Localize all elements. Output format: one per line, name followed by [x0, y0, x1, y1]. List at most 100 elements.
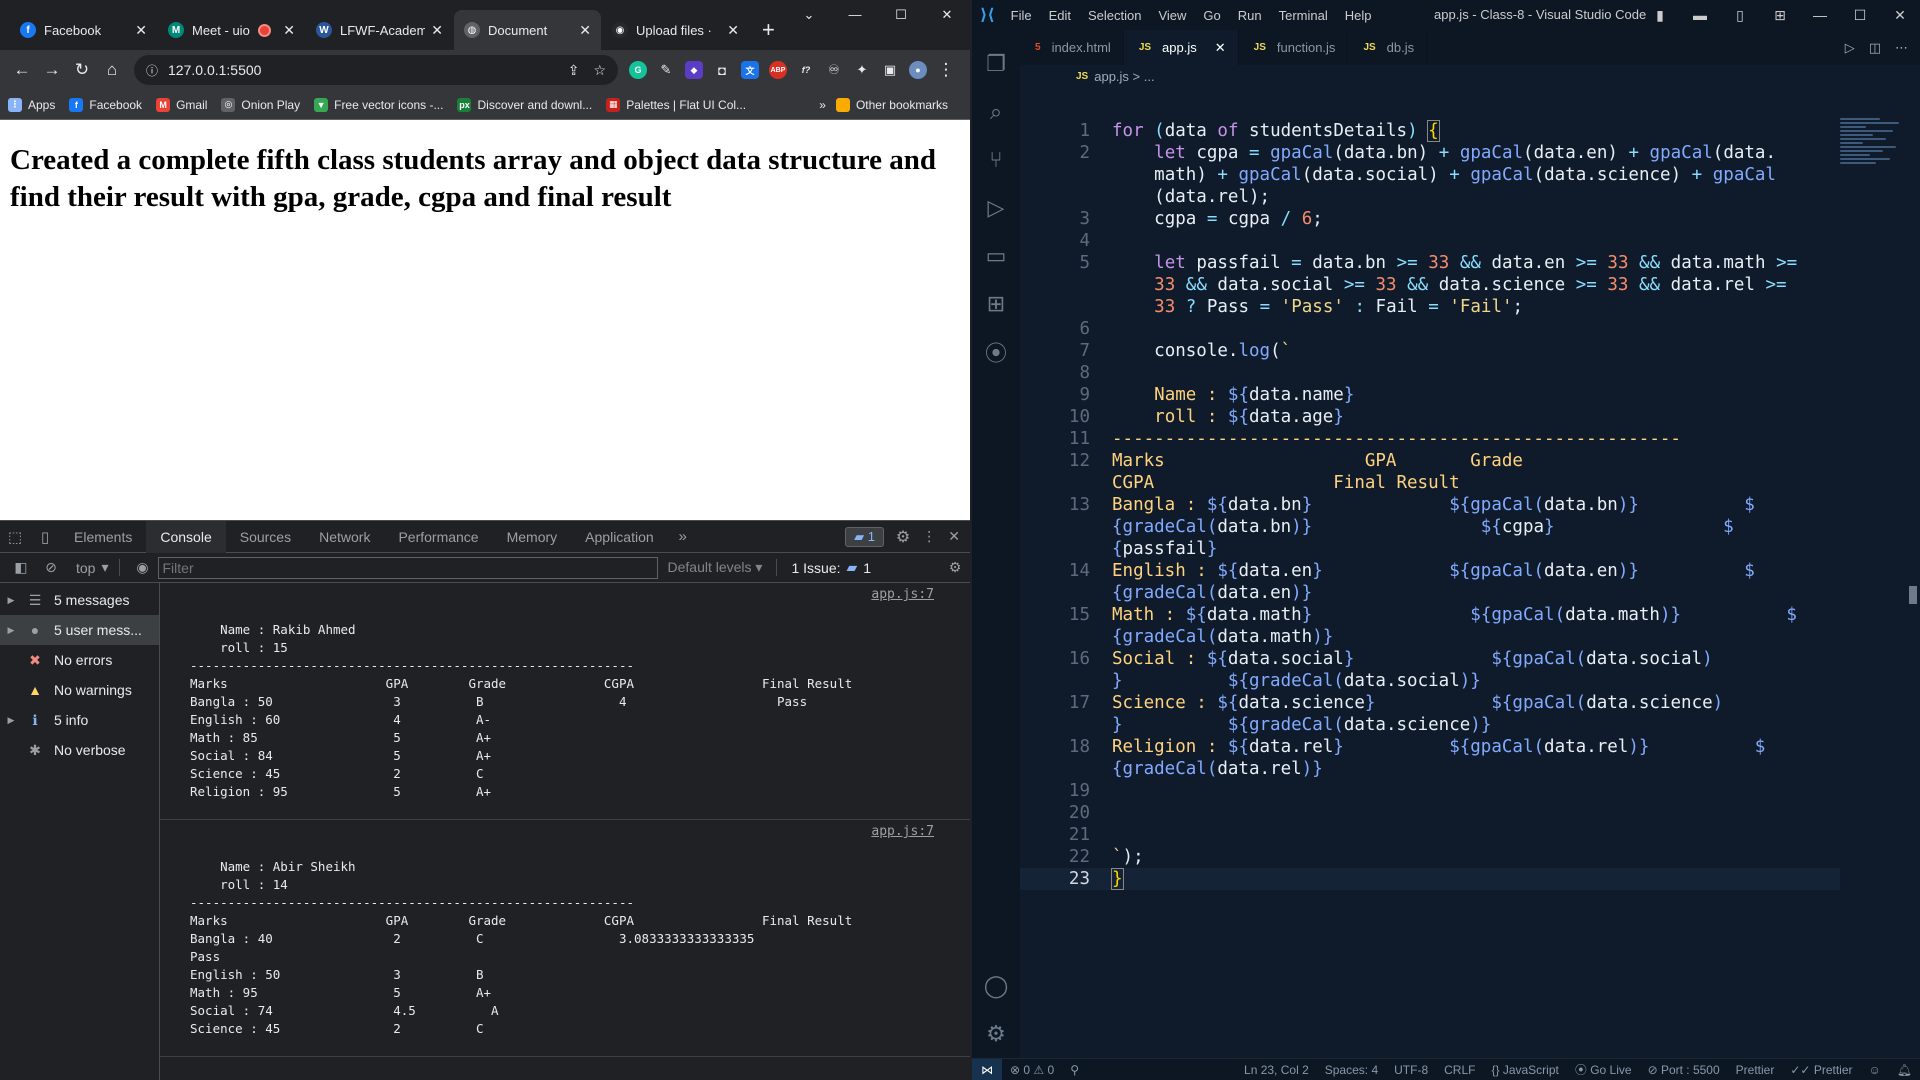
- breadcrumb[interactable]: JS app.js > ...: [1020, 65, 1920, 87]
- end-of-line[interactable]: CRLF: [1444, 1063, 1475, 1077]
- browser-tab[interactable]: ◍ Document ✕: [454, 10, 601, 50]
- menu-run[interactable]: Run: [1238, 8, 1262, 23]
- device-toolbar-icon[interactable]: ▯: [30, 528, 60, 546]
- devtools-tab-performance[interactable]: Performance: [384, 521, 492, 553]
- close-window-button[interactable]: ✕: [1880, 7, 1920, 24]
- console-settings-icon[interactable]: ⚙: [940, 559, 970, 576]
- close-tab-icon[interactable]: ✕: [1215, 40, 1226, 56]
- fonts-extension-icon[interactable]: f?: [797, 61, 815, 79]
- clear-console-icon[interactable]: ⊘: [36, 559, 66, 576]
- live-expression-eye-icon[interactable]: ◉: [128, 559, 158, 576]
- log-levels-dropdown[interactable]: Default levels ▾: [668, 559, 763, 576]
- profile-avatar[interactable]: ●: [909, 61, 927, 79]
- devtools-tab-application[interactable]: Application: [571, 521, 668, 553]
- toggle-panel-icon[interactable]: ▬: [1680, 7, 1720, 23]
- color-picker-extension-icon[interactable]: ✎: [657, 61, 675, 79]
- manage-gear-icon[interactable]: ⚙: [984, 1010, 1009, 1058]
- extensions-icon[interactable]: ⊞: [987, 280, 1005, 328]
- bookmark-item[interactable]: px Discover and downl...: [457, 97, 592, 112]
- menu-help[interactable]: Help: [1345, 8, 1372, 23]
- close-tab-icon[interactable]: ✕: [579, 22, 591, 39]
- forward-button[interactable]: →: [38, 56, 66, 84]
- screenshot-extension-icon[interactable]: ◘: [713, 61, 731, 79]
- purple-extension-icon[interactable]: ◆: [685, 61, 703, 79]
- menu-view[interactable]: View: [1158, 8, 1186, 23]
- new-tab-button[interactable]: +: [750, 10, 787, 50]
- explorer-icon[interactable]: ❐: [986, 40, 1006, 88]
- live-share-status-icon[interactable]: ⚲: [1070, 1063, 1079, 1077]
- bookmark-item[interactable]: ▼ Free vector icons -...: [314, 97, 443, 112]
- more-actions-icon[interactable]: ⋯: [1895, 40, 1908, 56]
- live-share-icon[interactable]: ⦿: [985, 328, 1007, 376]
- search-icon[interactable]: ⌕: [990, 88, 1002, 136]
- go-live-button[interactable]: ⦿ Go Live: [1575, 1061, 1632, 1078]
- close-devtools-icon[interactable]: ✕: [948, 528, 960, 545]
- puzzle-extensions-icon[interactable]: ✦: [853, 61, 871, 79]
- encoding[interactable]: UTF-8: [1394, 1063, 1428, 1077]
- messages-badge[interactable]: ▰ 1: [845, 526, 884, 547]
- side-panel-icon[interactable]: ▣: [881, 61, 899, 79]
- editor-scrollbar[interactable]: [1906, 116, 1920, 1016]
- prettier-check[interactable]: ✓✓ Prettier: [1790, 1063, 1852, 1077]
- share-icon[interactable]: ⇪: [568, 62, 580, 79]
- menu-file[interactable]: File: [1011, 8, 1032, 23]
- console-sidebar-item[interactable]: ▶ ● 5 user mess...: [0, 615, 159, 645]
- console-filter-input[interactable]: [157, 556, 658, 579]
- devtools-tab-sources[interactable]: Sources: [226, 521, 305, 553]
- address-bar[interactable]: ⓘ 127.0.0.1:5500 ⇪ ☆: [134, 55, 618, 85]
- bookmark-item[interactable]: f Facebook: [69, 97, 142, 112]
- devtools-tab-console[interactable]: Console: [146, 520, 226, 553]
- devtools-tab-network[interactable]: Network: [305, 521, 384, 553]
- language-mode[interactable]: {} JavaScript: [1491, 1063, 1558, 1077]
- site-info-icon[interactable]: ⓘ: [146, 62, 158, 79]
- remote-indicator-icon[interactable]: ⋈: [972, 1058, 1002, 1080]
- other-bookmarks[interactable]: Other bookmarks: [835, 97, 948, 112]
- sidebar-toggle-icon[interactable]: ◧: [6, 559, 36, 576]
- menu-selection[interactable]: Selection: [1088, 8, 1141, 23]
- devtools-menu-icon[interactable]: ⋮: [922, 528, 936, 545]
- more-tabs-icon[interactable]: »: [668, 528, 698, 545]
- issues-button[interactable]: 1 Issue: ▰ 1: [776, 559, 871, 576]
- grammarly-extension-icon[interactable]: G: [629, 61, 647, 79]
- log-source-link[interactable]: app.js:7: [190, 587, 934, 603]
- menu-edit[interactable]: Edit: [1049, 8, 1071, 23]
- console-sidebar-item[interactable]: ▶ ☰ 5 messages: [0, 585, 159, 615]
- reload-button[interactable]: ↻: [68, 56, 96, 84]
- scrollbar-thumb[interactable]: [1909, 586, 1917, 604]
- inspect-element-icon[interactable]: ⬚: [0, 528, 30, 546]
- adblock-extension-icon[interactable]: ABP: [769, 61, 787, 79]
- close-tab-icon[interactable]: ✕: [431, 22, 443, 39]
- devtools-tab-memory[interactable]: Memory: [493, 521, 572, 553]
- bookmark-item[interactable]: ⋮ Apps: [8, 97, 55, 112]
- close-window-button[interactable]: ✕: [924, 0, 970, 30]
- editor-tab[interactable]: JS app.js ✕: [1123, 30, 1239, 65]
- maximize-button[interactable]: ☐: [878, 0, 924, 30]
- toggle-secondary-sidebar-icon[interactable]: ▯: [1720, 7, 1760, 24]
- console-sidebar-item[interactable]: ✖ No errors: [0, 645, 159, 675]
- editor-tab[interactable]: JS db.js: [1348, 30, 1428, 65]
- split-editor-icon[interactable]: ◫: [1869, 40, 1881, 56]
- minimap[interactable]: [1840, 116, 1906, 186]
- translate-extension-icon[interactable]: 文: [741, 61, 759, 79]
- bookmark-item[interactable]: ◎ Onion Play: [221, 97, 300, 112]
- port-indicator[interactable]: ⊘ Port : 5500: [1648, 1063, 1720, 1077]
- customize-layout-icon[interactable]: ⊞: [1760, 7, 1800, 24]
- maximize-button[interactable]: ☐: [1840, 7, 1880, 24]
- bookmark-item[interactable]: M Gmail: [156, 97, 207, 112]
- log-source-link[interactable]: app.js:7: [190, 824, 934, 840]
- indentation[interactable]: Spaces: 4: [1325, 1063, 1378, 1077]
- menu-terminal[interactable]: Terminal: [1279, 8, 1328, 23]
- extension-icon[interactable]: ♾: [825, 61, 843, 79]
- code-editor[interactable]: 1 for (data of studentsDetails) {2 let cg…: [1020, 120, 1840, 890]
- browser-tab[interactable]: M Meet - uio ✕: [158, 10, 305, 50]
- tab-search-icon[interactable]: ⌄: [786, 0, 832, 30]
- console-sidebar-item[interactable]: ▶ ℹ 5 info: [0, 705, 159, 735]
- minimize-button[interactable]: —: [1800, 7, 1840, 23]
- close-tab-icon[interactable]: ✕: [727, 22, 739, 39]
- menu-go[interactable]: Go: [1203, 8, 1220, 23]
- settings-gear-icon[interactable]: ⚙: [896, 527, 910, 547]
- console-sidebar-item[interactable]: ▲ No warnings: [0, 675, 159, 705]
- accounts-icon[interactable]: ◯: [984, 962, 1009, 1010]
- remote-explorer-icon[interactable]: ▭: [986, 232, 1007, 280]
- minimize-button[interactable]: —: [832, 0, 878, 30]
